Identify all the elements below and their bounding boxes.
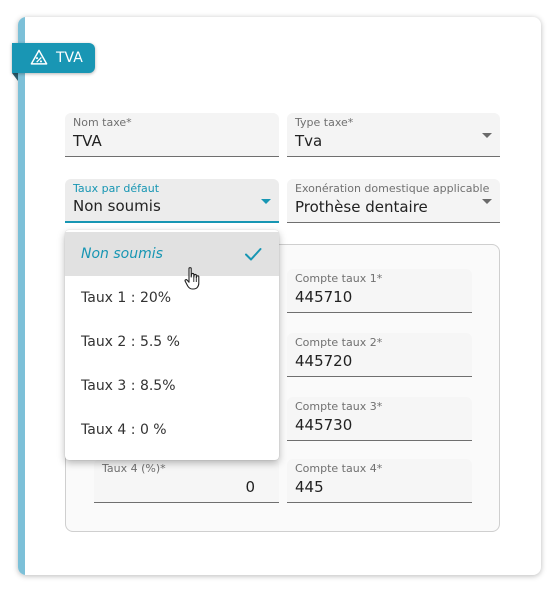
tax-percent-icon <box>30 49 48 65</box>
taux-defaut-dropdown: Non soumis Taux 1 : 20% Taux 2 : 5.5 % T… <box>65 230 279 460</box>
type-taxe-select[interactable]: Type taxe* Tva <box>287 113 500 157</box>
option-label: Taux 2 : 5.5 % <box>81 334 180 350</box>
card-accent-bar <box>18 17 25 575</box>
compte-taux-1-field[interactable]: Compte taux 1* 445710 <box>287 269 472 313</box>
nom-taxe-field[interactable]: Nom taxe* TVA <box>65 113 279 157</box>
option-label: Taux 4 : 0 % <box>81 422 167 438</box>
compte-taux-3-value: 445730 <box>295 416 353 434</box>
chevron-down-icon <box>482 199 492 204</box>
exoneration-select[interactable]: Exonération domestique applicable Prothè… <box>287 179 500 223</box>
chevron-down-icon <box>482 133 492 138</box>
taux-4-field[interactable]: Taux 4 (%)* 0 <box>94 459 279 503</box>
compte-taux-4-value: 445 <box>295 478 324 496</box>
compte-taux-3-label: Compte taux 3* <box>295 400 383 413</box>
taux-4-label: Taux 4 (%)* <box>102 462 166 475</box>
compte-taux-4-field[interactable]: Compte taux 4* 445 <box>287 459 472 503</box>
exoneration-value: Prothèse dentaire <box>295 198 428 216</box>
option-label: Non soumis <box>81 246 163 262</box>
compte-taux-1-label: Compte taux 1* <box>295 272 383 285</box>
compte-taux-2-value: 445720 <box>295 352 353 370</box>
nom-taxe-value: TVA <box>73 132 102 150</box>
option-taux-3[interactable]: Taux 3 : 8.5% <box>65 364 279 408</box>
taux-defaut-value: Non soumis <box>73 197 161 215</box>
compte-taux-2-field[interactable]: Compte taux 2* 445720 <box>287 333 472 377</box>
option-taux-4[interactable]: Taux 4 : 0 % <box>65 408 279 452</box>
section-badge-label: TVA <box>56 50 83 66</box>
compte-taux-4-label: Compte taux 4* <box>295 462 383 475</box>
badge-ribbon-tail <box>12 73 18 81</box>
compte-taux-2-label: Compte taux 2* <box>295 336 383 349</box>
compte-taux-3-field[interactable]: Compte taux 3* 445730 <box>287 397 472 441</box>
taux-4-value: 0 <box>245 478 255 496</box>
hand-cursor-icon <box>184 267 200 290</box>
option-taux-2[interactable]: Taux 2 : 5.5 % <box>65 320 279 364</box>
option-taux-1[interactable]: Taux 1 : 20% <box>65 276 279 320</box>
taux-defaut-label: Taux par défaut <box>73 182 160 195</box>
type-taxe-label: Type taxe* <box>295 116 354 129</box>
type-taxe-value: Tva <box>295 132 323 150</box>
chevron-down-icon <box>261 199 271 204</box>
option-label: Taux 1 : 20% <box>81 290 172 306</box>
section-badge: TVA <box>12 43 95 73</box>
taux-defaut-select[interactable]: Taux par défaut Non soumis <box>65 179 279 223</box>
nom-taxe-label: Nom taxe* <box>73 116 132 129</box>
option-non-soumis[interactable]: Non soumis <box>65 232 279 276</box>
compte-taux-1-value: 445710 <box>295 288 353 306</box>
exoneration-label: Exonération domestique applicable <box>295 182 490 195</box>
checkmark-icon <box>245 248 262 261</box>
option-label: Taux 3 : 8.5% <box>81 378 176 394</box>
